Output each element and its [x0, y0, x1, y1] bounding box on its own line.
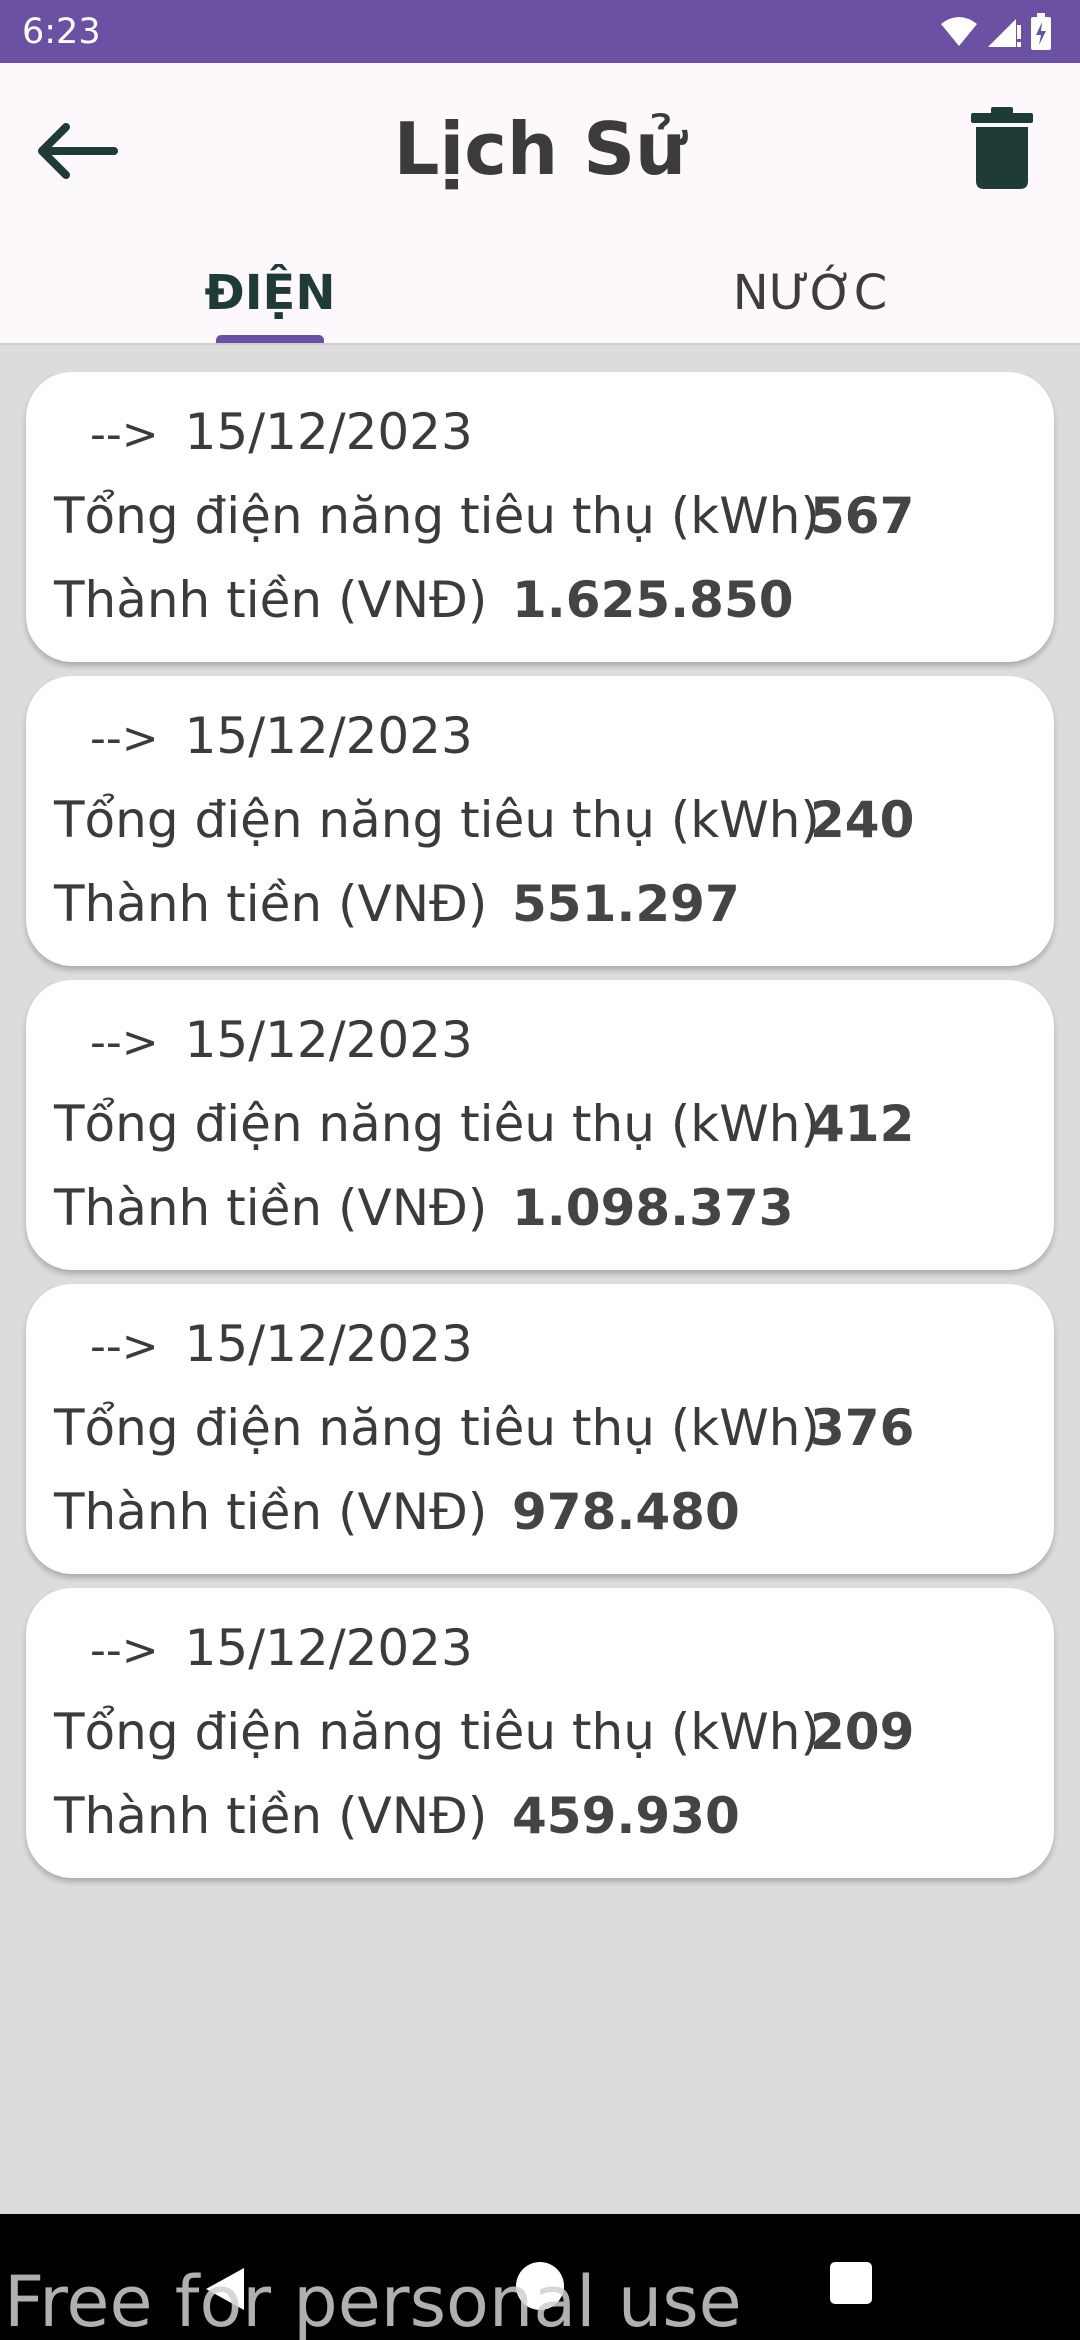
cost-value: 978.480 [512, 1483, 740, 1541]
card-date: 15/12/2023 [184, 707, 473, 765]
delete-button[interactable] [962, 99, 1042, 199]
card-date: 15/12/2023 [184, 403, 473, 461]
signal-icon [988, 19, 1021, 47]
status-time: 6:23 [22, 12, 101, 52]
cost-label: Thành tiền (VNĐ) [54, 571, 488, 629]
trash-icon [971, 107, 1033, 189]
card-date-row: --> 15/12/2023 [90, 400, 473, 467]
card-date: 15/12/2023 [184, 1619, 473, 1677]
wifi-icon [941, 17, 977, 46]
tab-dien[interactable]: ĐIỆN [0, 243, 540, 343]
cost-label: Thành tiền (VNĐ) [54, 1179, 488, 1237]
app-bar: Lịch Sử ĐIỆN NƯỚC [0, 63, 1080, 345]
card-arrow: --> [90, 1017, 159, 1068]
recents-square-icon[interactable] [830, 2262, 872, 2304]
card-date: 15/12/2023 [184, 1315, 473, 1373]
energy-label: Tổng điện năng tiêu thụ (kWh) [54, 487, 820, 545]
status-bar: 6:23 [0, 0, 1080, 63]
card-date-row: --> 15/12/2023 [90, 1616, 473, 1683]
energy-label: Tổng điện năng tiêu thụ (kWh) [54, 1095, 820, 1153]
history-card[interactable]: --> 15/12/2023 Tổng điện năng tiêu thụ (k… [26, 1284, 1054, 1574]
watermark-text: Free for personal use [4, 2261, 742, 2340]
energy-value: 240 [810, 791, 915, 849]
screen: 6:23 Lịch Sử ĐIỆN NƯỚC --> 15/12/2023 Tổ… [0, 0, 1080, 2340]
tab-bar: ĐIỆN NƯỚC [0, 243, 1080, 345]
tab-indicator [216, 335, 324, 343]
card-date-row: --> 15/12/2023 [90, 704, 473, 771]
energy-value: 376 [810, 1399, 915, 1457]
history-card[interactable]: --> 15/12/2023 Tổng điện năng tiêu thụ (k… [26, 1588, 1054, 1878]
tab-nuoc-label: NƯỚC [732, 265, 888, 321]
energy-value: 412 [810, 1095, 915, 1153]
history-list: --> 15/12/2023 Tổng điện năng tiêu thụ (k… [26, 372, 1054, 1892]
history-card[interactable]: --> 15/12/2023 Tổng điện năng tiêu thụ (k… [26, 676, 1054, 966]
battery-icon [1031, 13, 1051, 50]
card-arrow: --> [90, 1625, 159, 1676]
energy-value: 209 [810, 1703, 915, 1761]
card-arrow: --> [90, 409, 159, 460]
cost-value: 1.098.373 [512, 1179, 794, 1237]
cost-value: 551.297 [512, 875, 740, 933]
tab-divider [0, 343, 1080, 345]
status-icons [940, 12, 1052, 52]
cost-label: Thành tiền (VNĐ) [54, 875, 488, 933]
cost-value: 1.625.850 [512, 571, 794, 629]
card-arrow: --> [90, 1321, 159, 1372]
cost-label: Thành tiền (VNĐ) [54, 1787, 488, 1845]
tab-nuoc[interactable]: NƯỚC [540, 243, 1080, 343]
history-card[interactable]: --> 15/12/2023 Tổng điện năng tiêu thụ (k… [26, 372, 1054, 662]
page-title: Lịch Sử [393, 107, 687, 191]
history-card[interactable]: --> 15/12/2023 Tổng điện năng tiêu thụ (k… [26, 980, 1054, 1270]
energy-value: 567 [810, 487, 915, 545]
energy-label: Tổng điện năng tiêu thụ (kWh) [54, 791, 820, 849]
energy-label: Tổng điện năng tiêu thụ (kWh) [54, 1399, 820, 1457]
card-arrow: --> [90, 713, 159, 764]
card-date: 15/12/2023 [184, 1011, 473, 1069]
card-date-row: --> 15/12/2023 [90, 1008, 473, 1075]
tab-dien-label: ĐIỆN [204, 265, 336, 321]
cost-label: Thành tiền (VNĐ) [54, 1483, 488, 1541]
cost-value: 459.930 [512, 1787, 740, 1845]
energy-label: Tổng điện năng tiêu thụ (kWh) [54, 1703, 820, 1761]
card-date-row: --> 15/12/2023 [90, 1312, 473, 1379]
